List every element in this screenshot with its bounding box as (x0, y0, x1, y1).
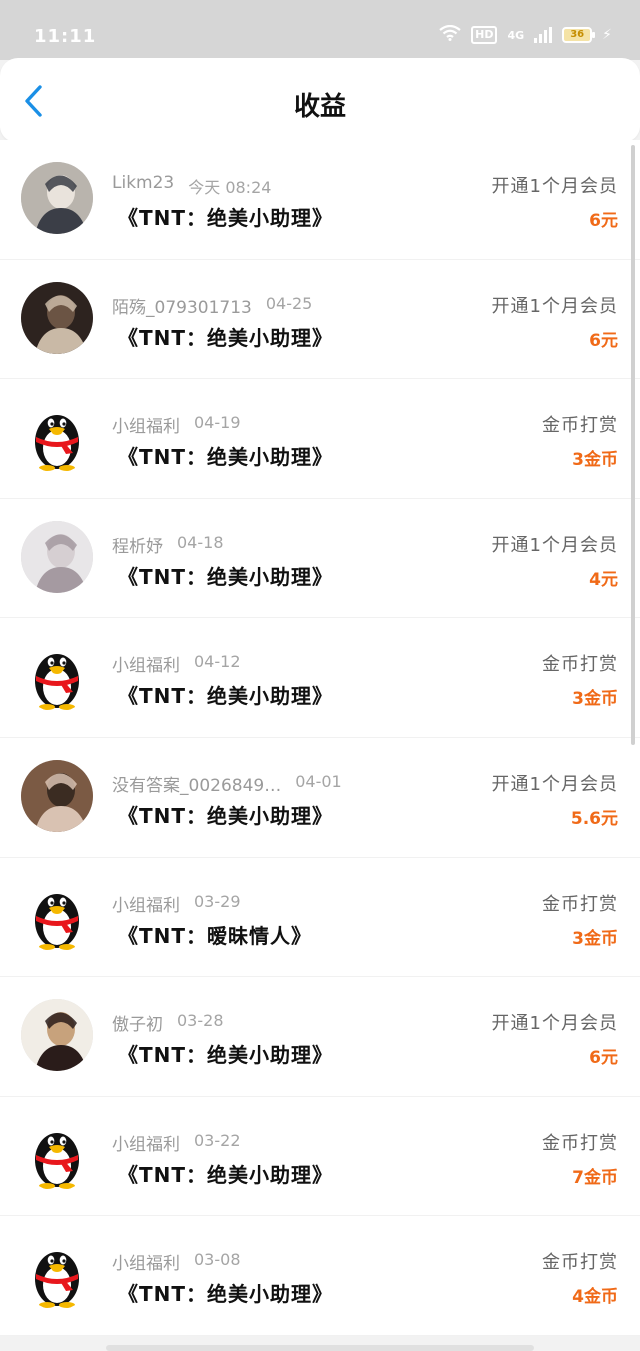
user-name: 没有答案_0026849… (112, 775, 282, 796)
user-name: 小组福利 (112, 1254, 180, 1275)
scrollbar[interactable] (631, 145, 635, 745)
item-date: 03-08 (194, 1250, 241, 1270)
charging-icon: ⚡ (602, 27, 612, 43)
earning-type: 金币打赏 (542, 415, 618, 437)
avatar (21, 999, 93, 1072)
item-date: 04-19 (194, 413, 241, 433)
earning-item[interactable]: 小组福利 03-08 《TNT：绝美小助理》 金币打赏 4金币 (0, 1216, 640, 1336)
qq-penguin-icon (21, 879, 93, 952)
book-title: 《TNT：绝美小助理》 (118, 803, 334, 828)
earning-type: 开通1个月会员 (491, 534, 618, 556)
earning-type: 金币打赏 (542, 1132, 618, 1154)
wifi-icon (439, 24, 461, 45)
earning-item[interactable]: 没有答案_0026849… 04-01 《TNT：绝美小助理》 开通1个月会员 5.6元 (0, 737, 640, 858)
item-date: 03-28 (177, 1011, 224, 1031)
book-title: 《TNT：暧昧情人》 (118, 923, 313, 948)
earning-type: 金币打赏 (542, 654, 618, 676)
status-bar: 11:11 HD 4G 36 ⚡ (0, 0, 640, 60)
item-date: 04-25 (265, 293, 313, 313)
earnings-list: Likm23 今天 08:24 《TNT：绝美小助理》 开通1个月会员 6元 陌殇_079… (0, 140, 640, 1336)
item-date: 今天 08:24 (188, 178, 272, 197)
earning-item[interactable]: 陌殇_079301713 04-25 《TNT：绝美小助理》 开通1个月会员 6元 (0, 259, 640, 380)
avatar (21, 281, 93, 354)
book-title: 《TNT：绝美小助理》 (118, 684, 334, 709)
earning-item[interactable]: 小组福利 04-19 《TNT：绝美小助理》 金币打赏 3金币 (0, 379, 640, 499)
home-indicator[interactable] (106, 1345, 534, 1351)
item-date: 03-22 (194, 1130, 241, 1150)
earning-amount: 6元 (589, 1048, 618, 1069)
earning-item[interactable]: 小组福利 03-29 《TNT：暧昧情人》 金币打赏 3金币 (0, 857, 640, 978)
item-date: 04-12 (194, 652, 241, 672)
earning-item[interactable]: 傲子初 03-28 《TNT：绝美小助理》 开通1个月会员 6元 (0, 977, 640, 1097)
user-name: Likm23 (112, 173, 175, 193)
earning-item[interactable]: 程析妤 04-18 《TNT：绝美小助理》 开通1个月会员 4元 (0, 498, 640, 619)
earning-amount: 6元 (589, 330, 618, 351)
avatar (21, 759, 93, 832)
book-title: 《TNT：绝美小助理》 (118, 445, 334, 470)
book-title: 《TNT：绝美小助理》 (118, 1043, 334, 1068)
earning-type: 开通1个月会员 (491, 773, 618, 795)
status-time: 11:11 (34, 26, 97, 47)
earning-amount: 4元 (589, 569, 618, 590)
signal-4g-label: 4G (507, 28, 525, 42)
user-name: 小组福利 (112, 1134, 180, 1155)
book-title: 《TNT：绝美小助理》 (118, 564, 334, 589)
avatar (21, 162, 93, 234)
avatar (21, 520, 93, 593)
book-title: 《TNT：绝美小助理》 (118, 1282, 334, 1307)
earning-amount: 6元 (589, 211, 618, 231)
earning-type: 开通1个月会员 (491, 176, 618, 197)
earning-type: 金币打赏 (542, 893, 618, 915)
book-title: 《TNT：绝美小助理》 (118, 1162, 334, 1187)
earning-item[interactable]: Likm23 今天 08:24 《TNT：绝美小助理》 开通1个月会员 6元 (0, 140, 640, 260)
qq-penguin-icon (21, 401, 93, 474)
item-date: 03-29 (194, 891, 241, 911)
qq-penguin-icon (21, 1118, 93, 1191)
book-title: 《TNT：绝美小助理》 (118, 325, 334, 350)
earning-item[interactable]: 小组福利 03-22 《TNT：绝美小助理》 金币打赏 7金币 (0, 1096, 640, 1217)
user-name: 小组福利 (112, 895, 180, 916)
earning-amount: 3金币 (572, 450, 618, 471)
book-title: 《TNT：绝美小助理》 (118, 206, 334, 230)
item-date: 04-18 (177, 532, 224, 552)
hd-badge: HD (471, 26, 498, 44)
user-name: 陌殇_079301713 (112, 297, 252, 318)
item-date: 04-01 (295, 771, 342, 791)
status-icons: HD 4G 36 ⚡ (439, 24, 612, 45)
user-name: 小组福利 (112, 417, 180, 438)
user-name: 小组福利 (112, 656, 180, 677)
user-name: 傲子初 (112, 1015, 163, 1036)
earning-amount: 5.6元 (570, 808, 618, 829)
earning-type: 开通1个月会员 (491, 1013, 618, 1035)
earning-amount: 3金币 (572, 689, 618, 710)
user-name: 程析妤 (112, 536, 163, 557)
earning-type: 金币打赏 (542, 1252, 618, 1274)
earning-amount: 4金币 (572, 1287, 618, 1308)
earning-type: 开通1个月会员 (491, 295, 618, 317)
page-title: 收益 (293, 92, 346, 122)
qq-penguin-icon (21, 1238, 93, 1311)
earning-item[interactable]: 小组福利 04-12 《TNT：绝美小助理》 金币打赏 3金币 (0, 618, 640, 738)
battery-icon: 36 (562, 27, 596, 43)
qq-penguin-icon (21, 640, 93, 713)
earning-amount: 7金币 (572, 1167, 618, 1188)
earning-amount: 3金币 (572, 928, 618, 949)
navigation-bar: 收益 (0, 58, 640, 142)
signal-icon (534, 27, 553, 43)
